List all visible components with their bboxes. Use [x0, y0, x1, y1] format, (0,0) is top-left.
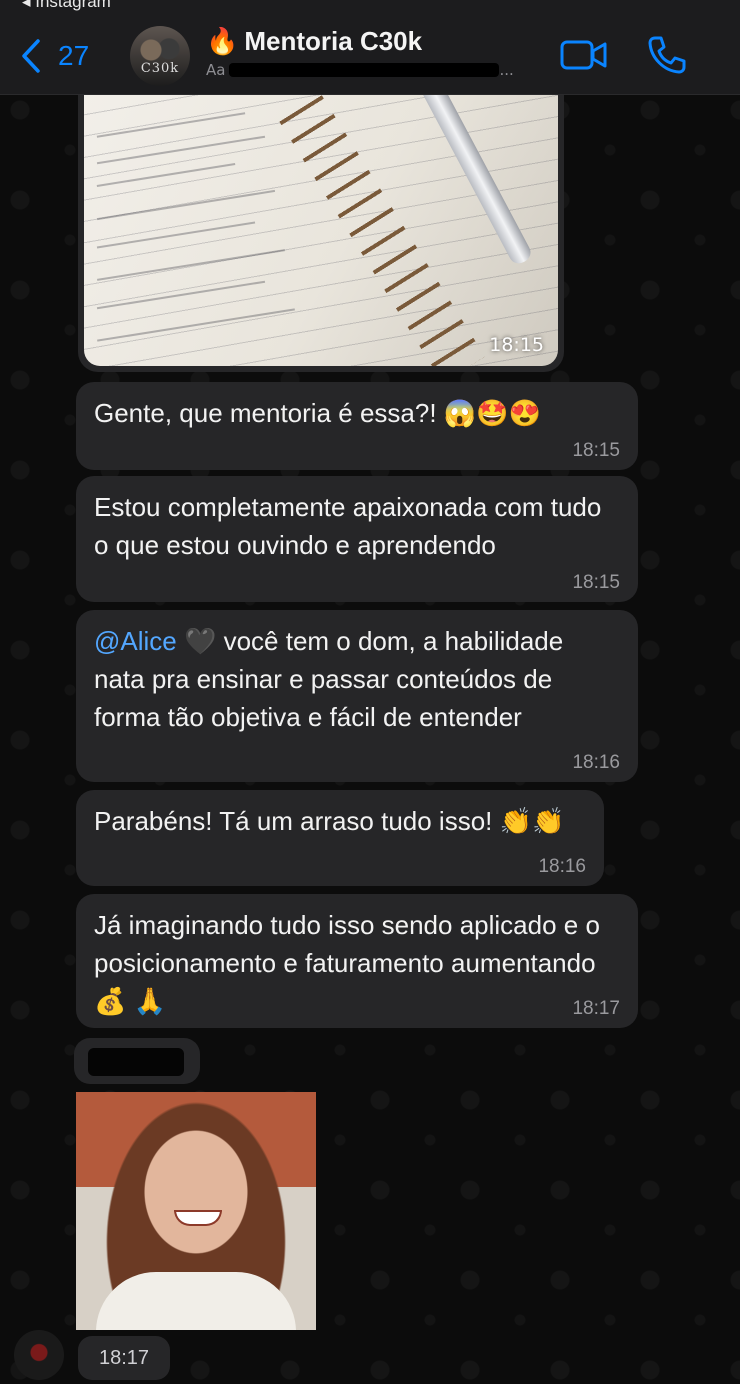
- message-text: Parabéns! Tá um arraso tudo isso! 👏👏: [94, 806, 565, 836]
- phone-call-icon: [648, 36, 686, 74]
- photo-smile: [174, 1210, 222, 1226]
- avatar-logo-text: C30k: [140, 61, 180, 76]
- message-text: Gente, que mentoria é essa?! 😱🤩😍: [94, 398, 541, 428]
- redacted-participants: [229, 63, 500, 77]
- back-to-instagram-link[interactable]: ◂ Instagram: [22, 0, 111, 12]
- message-text: @Alice 🖤 você tem o dom, a habilidade na…: [94, 622, 620, 736]
- message-time: 18:15: [572, 572, 620, 593]
- unread-count: 27: [58, 40, 90, 71]
- mention-link[interactable]: @Alice: [94, 626, 177, 656]
- video-call-button[interactable]: [560, 36, 608, 74]
- message-bubble[interactable]: Parabéns! Tá um arraso tudo isso! 👏👏 18:…: [76, 790, 604, 886]
- message-time: 18:15: [489, 334, 544, 356]
- message-time: 18:16: [538, 856, 586, 877]
- message-text: Estou completamente apaixonada com tudo …: [94, 492, 602, 560]
- message-time: 18:15: [572, 440, 620, 461]
- voice-call-button[interactable]: [646, 34, 688, 76]
- photo-shirt: [96, 1272, 296, 1330]
- message-bubble[interactable]: Já imaginando tudo isso sendo aplicado e…: [76, 894, 638, 1028]
- message-bubble[interactable]: Gente, que mentoria é essa?! 😱🤩😍 18:15: [76, 382, 638, 470]
- pen: [415, 94, 535, 267]
- status-bar: ◂ Instagram: [0, 0, 740, 14]
- chat-header: 27 C30k 🔥 Mentoria C30k Aa ...: [0, 14, 740, 95]
- photo-time: 18:17: [78, 1336, 170, 1380]
- sender-avatar[interactable]: [14, 1330, 64, 1380]
- photo-message[interactable]: [76, 1092, 316, 1330]
- notebook-photo: [84, 94, 558, 366]
- message-bubble[interactable]: @Alice 🖤 você tem o dom, a habilidade na…: [76, 610, 638, 782]
- group-title: 🔥 Mentoria C30k: [206, 26, 546, 57]
- message-bubble[interactable]: Estou completamente apaixonada com tudo …: [76, 476, 638, 602]
- group-info[interactable]: 🔥 Mentoria C30k Aa ...: [206, 26, 546, 79]
- video-call-icon: [560, 40, 607, 70]
- message-text: Já imaginando tudo isso sendo aplicado e…: [94, 910, 600, 1016]
- group-subtitle: Aa ...: [206, 61, 546, 79]
- subtitle-ellipsis: ...: [499, 61, 514, 79]
- message-list[interactable]: 18:15 Gente, que mentoria é essa?! 😱🤩😍 1…: [0, 94, 740, 1384]
- chevron-left-icon: [22, 39, 40, 73]
- image-message[interactable]: 18:15: [78, 94, 564, 372]
- message-time: 18:17: [572, 998, 620, 1019]
- redacted-message: [74, 1038, 200, 1084]
- group-title-text: Mentoria C30k: [244, 26, 423, 56]
- message-time: 18:16: [572, 752, 620, 773]
- redaction-bar: [88, 1048, 184, 1076]
- subtitle-visible-text: Aa: [206, 61, 226, 79]
- back-button[interactable]: 27: [20, 36, 110, 76]
- fire-emoji: 🔥: [206, 26, 239, 56]
- group-avatar[interactable]: C30k: [130, 26, 190, 86]
